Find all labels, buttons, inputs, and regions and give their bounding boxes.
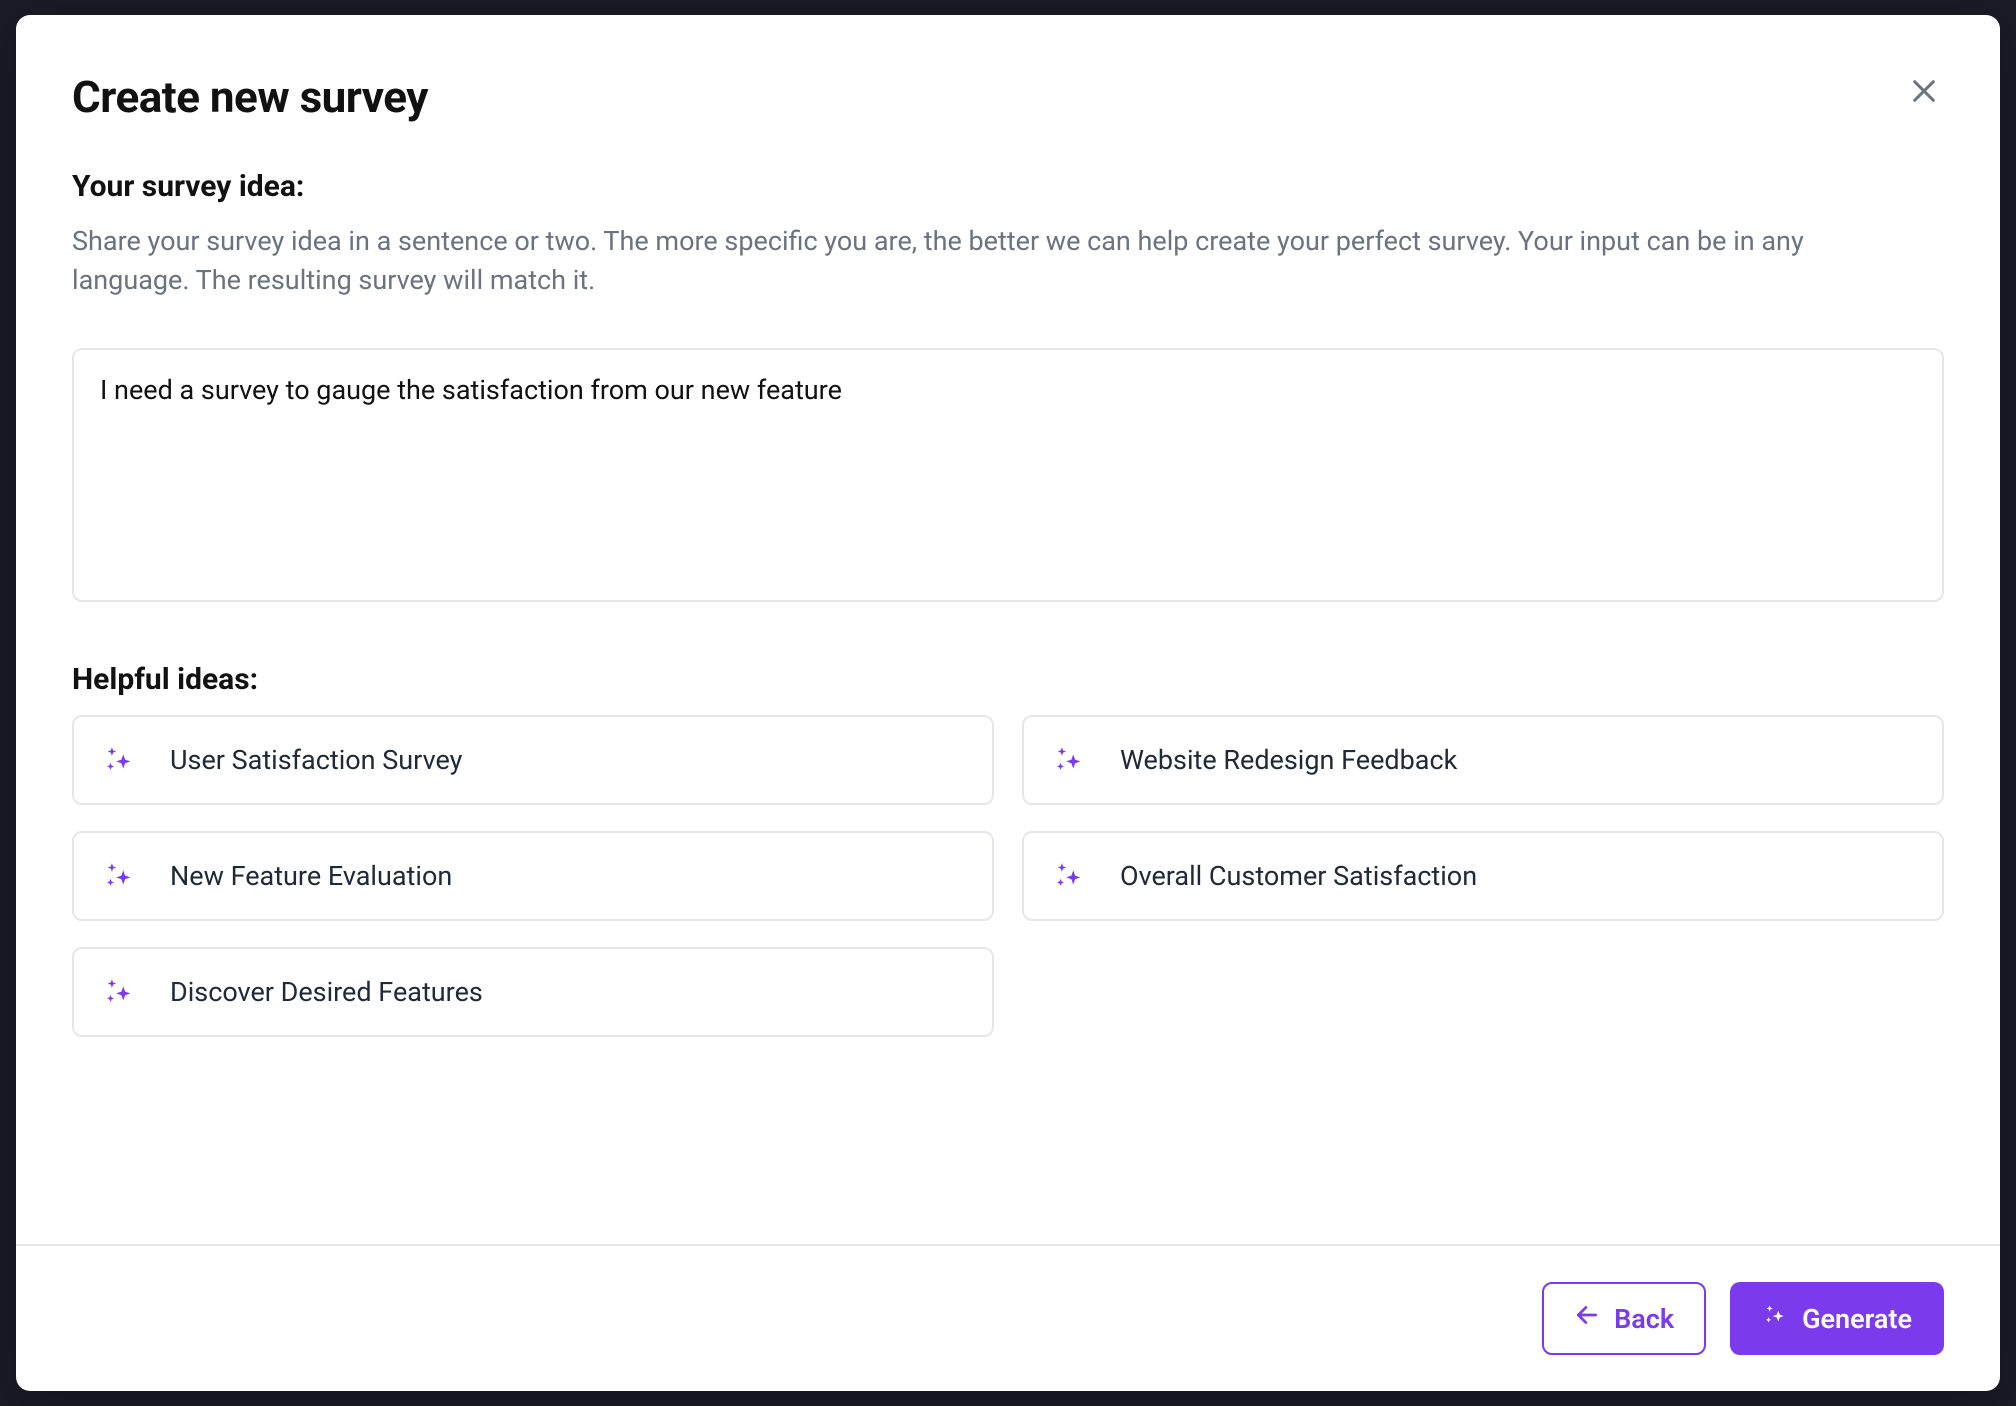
generate-button[interactable]: Generate [1730,1282,1944,1355]
modal-header: Create new survey [72,71,1944,123]
modal-body: Create new survey Your survey idea: Shar… [16,15,2000,1244]
close-button[interactable] [1904,71,1944,114]
create-survey-modal: Create new survey Your survey idea: Shar… [16,15,2000,1391]
generate-button-label: Generate [1802,1303,1912,1335]
idea-card[interactable]: New Feature Evaluation [72,831,994,921]
idea-label: Discover Desired Features [170,976,483,1008]
idea-card[interactable]: Website Redesign Feedback [1022,715,1944,805]
back-button-label: Back [1614,1303,1674,1335]
modal-footer: Back Generate [16,1244,2000,1391]
modal-title: Create new survey [72,71,428,123]
idea-card[interactable]: User Satisfaction Survey [72,715,994,805]
back-button[interactable]: Back [1542,1282,1706,1355]
survey-idea-input[interactable] [72,348,1944,602]
close-icon [1908,75,1940,110]
idea-label: New Feature Evaluation [170,860,452,892]
survey-idea-label: Your survey idea: [72,169,1944,204]
arrow-left-icon [1574,1302,1600,1335]
sparkle-icon [1052,859,1086,893]
idea-label: User Satisfaction Survey [170,744,462,776]
sparkle-icon [1052,743,1086,777]
idea-label: Website Redesign Feedback [1120,744,1457,776]
sparkle-icon [1762,1302,1788,1335]
sparkle-icon [102,859,136,893]
idea-label: Overall Customer Satisfaction [1120,860,1477,892]
survey-idea-description: Share your survey idea in a sentence or … [72,222,1832,300]
helpful-ideas-grid: User Satisfaction Survey Website Redesig… [72,715,1944,1037]
helpful-ideas-label: Helpful ideas: [72,662,1944,697]
sparkle-icon [102,743,136,777]
idea-card[interactable]: Overall Customer Satisfaction [1022,831,1944,921]
idea-card[interactable]: Discover Desired Features [72,947,994,1037]
sparkle-icon [102,975,136,1009]
